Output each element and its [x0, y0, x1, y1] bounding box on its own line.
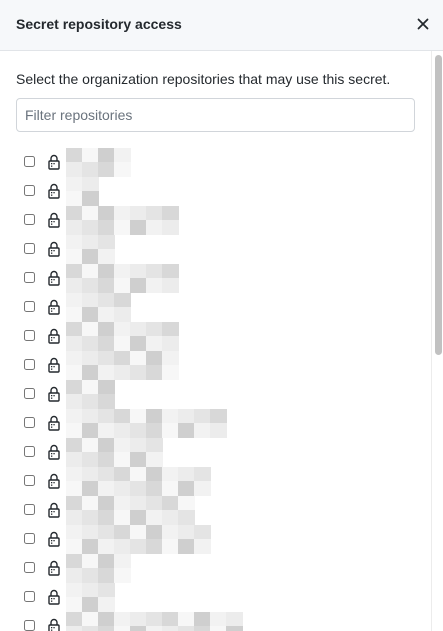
lock-icon [48, 415, 60, 431]
repository-name [66, 293, 266, 322]
repository-name [66, 148, 266, 177]
lock-icon [48, 473, 60, 489]
repository-list [0, 148, 431, 631]
repository-checkbox[interactable] [24, 591, 35, 602]
lock-icon [48, 589, 60, 605]
repository-name [66, 438, 266, 467]
repository-checkbox[interactable] [24, 214, 35, 225]
lock-icon [48, 328, 60, 344]
repository-name [66, 380, 266, 409]
repository-row[interactable] [0, 380, 431, 409]
repository-checkbox[interactable] [24, 417, 35, 428]
lock-icon [48, 502, 60, 518]
scrollbar[interactable] [431, 51, 443, 631]
repository-row[interactable] [0, 148, 431, 177]
lock-icon [48, 386, 60, 402]
lock-icon [48, 183, 60, 199]
repository-checkbox[interactable] [24, 359, 35, 370]
repository-name [66, 235, 266, 264]
repository-name [66, 612, 266, 631]
repository-row[interactable] [0, 177, 431, 206]
repository-checkbox[interactable] [24, 272, 35, 283]
repository-row[interactable] [0, 554, 431, 583]
repository-name [66, 554, 266, 583]
lock-icon [48, 212, 60, 228]
lock-icon [48, 531, 60, 547]
repository-name [66, 177, 266, 206]
repository-name [66, 467, 266, 496]
repository-row[interactable] [0, 235, 431, 264]
repository-name [66, 409, 266, 438]
scrollbar-thumb[interactable] [435, 55, 442, 355]
close-button[interactable] [414, 15, 432, 33]
repository-row[interactable] [0, 525, 431, 554]
repository-checkbox[interactable] [24, 185, 35, 196]
repository-checkbox[interactable] [24, 243, 35, 254]
repository-row[interactable] [0, 409, 431, 438]
lock-icon [48, 299, 60, 315]
close-icon [417, 18, 429, 30]
repository-checkbox[interactable] [24, 446, 35, 457]
filter-repositories-input[interactable] [16, 98, 415, 132]
repository-name [66, 525, 266, 554]
repository-row[interactable] [0, 467, 431, 496]
repository-checkbox[interactable] [24, 330, 35, 341]
lock-icon [48, 357, 60, 373]
repository-row[interactable] [0, 496, 431, 525]
repository-checkbox[interactable] [24, 620, 35, 631]
repository-checkbox[interactable] [24, 301, 35, 312]
lock-icon [48, 444, 60, 460]
repository-checkbox[interactable] [24, 156, 35, 167]
lock-icon [48, 560, 60, 576]
repository-row[interactable] [0, 583, 431, 612]
repository-name [66, 583, 266, 612]
repository-row[interactable] [0, 293, 431, 322]
repository-name [66, 264, 266, 293]
repository-checkbox[interactable] [24, 504, 35, 515]
repository-row[interactable] [0, 612, 431, 631]
repository-row[interactable] [0, 322, 431, 351]
repository-row[interactable] [0, 438, 431, 467]
repository-row[interactable] [0, 206, 431, 235]
repository-row[interactable] [0, 264, 431, 293]
lock-icon [48, 618, 60, 631]
repository-checkbox[interactable] [24, 562, 35, 573]
repository-checkbox[interactable] [24, 475, 35, 486]
dialog-title: Secret repository access [16, 16, 182, 32]
lock-icon [48, 154, 60, 170]
repository-name [66, 322, 266, 351]
repository-checkbox[interactable] [24, 388, 35, 399]
repository-name [66, 206, 266, 235]
repository-name [66, 351, 266, 380]
repository-name [66, 496, 266, 525]
repository-checkbox[interactable] [24, 533, 35, 544]
lock-icon [48, 270, 60, 286]
dialog-description: Select the organization repositories tha… [16, 71, 391, 87]
repository-row[interactable] [0, 351, 431, 380]
dialog-header: Secret repository access [0, 0, 443, 51]
dialog-body: Select the organization repositories tha… [0, 51, 431, 631]
lock-icon [48, 241, 60, 257]
